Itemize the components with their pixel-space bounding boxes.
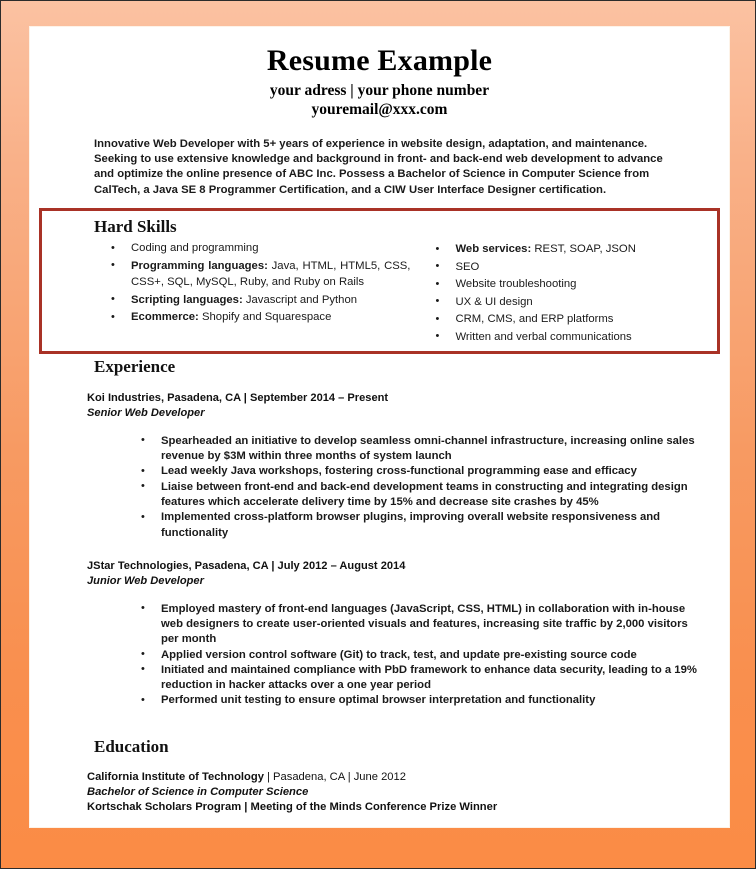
job-bullets: Employed mastery of front-end languages … bbox=[30, 601, 729, 709]
list-item: Lead weekly Java workshops, fostering cr… bbox=[30, 464, 697, 480]
skill-label: Scripting languages: bbox=[131, 293, 243, 306]
list-item: Spearheaded an initiative to develop sea… bbox=[30, 433, 697, 465]
skill-text: Website troubleshooting bbox=[455, 278, 577, 290]
skill-text: UX & UI design bbox=[455, 295, 533, 308]
skill-text: CRM, CMS, and ERP platforms bbox=[455, 313, 614, 325]
page-frame: Resume Example your adress | your phone … bbox=[0, 0, 756, 869]
hard-skills-section: Hard Skills Coding and programming Progr… bbox=[39, 208, 720, 354]
skills-column-right: Web services: REST, SOAP, JSON SEO Websi… bbox=[428, 240, 717, 346]
skills-column-left: Coding and programming Programming langu… bbox=[104, 240, 410, 346]
resume-sheet: Resume Example your adress | your phone … bbox=[30, 27, 729, 827]
page-title: Resume Example bbox=[266, 44, 493, 77]
contact-email: youremail@xxx.com bbox=[311, 101, 448, 118]
section-heading-experience: Experience bbox=[94, 357, 176, 376]
professional-summary: Innovative Web Developer with 5+ years o… bbox=[94, 138, 663, 196]
section-heading-hard-skills: Hard Skills bbox=[94, 217, 177, 236]
job-role: Senior Web Developer bbox=[87, 406, 205, 419]
education-honors: Kortschak Scholars Program | Meeting of … bbox=[87, 801, 498, 814]
skills-columns: Coding and programming Programming langu… bbox=[42, 240, 717, 346]
list-item: Initiated and maintained compliance with… bbox=[30, 662, 697, 694]
education-school: California Institute of Technology bbox=[87, 771, 264, 783]
list-item: Written and verbal communications bbox=[428, 328, 717, 346]
section-heading-education: Education bbox=[94, 737, 169, 756]
education-school-line: California Institute of Technology | Pas… bbox=[87, 770, 729, 785]
education-degree: Bachelor of Science in Computer Science bbox=[87, 786, 309, 799]
list-item: Programming languages: Java, HTML, HTML5… bbox=[104, 257, 410, 291]
resume-header: Resume Example your adress | your phone … bbox=[30, 27, 729, 119]
list-item: Applied version control software (Git) t… bbox=[30, 647, 697, 663]
job-bullets: Spearheaded an initiative to develop sea… bbox=[30, 433, 729, 541]
job-role: Junior Web Developer bbox=[87, 574, 204, 587]
experience-entry: JStar Technologies, Pasadena, CA | July … bbox=[30, 559, 729, 709]
education-section: Education California Institute of Techno… bbox=[30, 737, 729, 816]
list-item: UX & UI design bbox=[428, 293, 717, 311]
list-item: Coding and programming bbox=[104, 240, 410, 257]
skill-label: Programming languages: bbox=[131, 259, 268, 272]
list-item: Employed mastery of front-end languages … bbox=[30, 601, 697, 648]
list-item: Implemented cross-platform browser plugi… bbox=[30, 510, 697, 541]
skill-text: REST, SOAP, JSON bbox=[531, 243, 636, 255]
list-item: SEO bbox=[428, 258, 717, 276]
experience-entry: Koi Industries, Pasadena, CA | September… bbox=[30, 391, 729, 541]
skill-text: Written and verbal communications bbox=[455, 330, 632, 343]
job-header: JStar Technologies, Pasadena, CA | July … bbox=[87, 559, 406, 572]
job-header: Koi Industries, Pasadena, CA | September… bbox=[87, 392, 389, 404]
education-entry: California Institute of Technology | Pas… bbox=[87, 770, 729, 816]
contact-line: your adress | your phone number bbox=[269, 82, 490, 99]
skills-list-right: Web services: REST, SOAP, JSON SEO Websi… bbox=[428, 241, 717, 345]
education-school-meta: | Pasadena, CA | June 2012 bbox=[263, 771, 406, 783]
list-item: Ecommerce: Shopify and Squarespace bbox=[104, 309, 410, 326]
list-item: Liaise between front-end and back-end de… bbox=[30, 479, 697, 511]
skill-label: Web services: bbox=[455, 243, 532, 255]
skills-list-left: Coding and programming Programming langu… bbox=[104, 240, 410, 326]
skill-text: Javascript and Python bbox=[242, 293, 358, 306]
list-item: Performed unit testing to ensure optimal… bbox=[30, 693, 697, 709]
skill-text: Shopify and Squarespace bbox=[198, 311, 332, 323]
experience-section: Experience Koi Industries, Pasadena, CA … bbox=[30, 357, 729, 709]
skill-label: Ecommerce: bbox=[131, 311, 199, 323]
skill-text: SEO bbox=[455, 260, 480, 273]
list-item: Scripting languages: Javascript and Pyth… bbox=[104, 291, 410, 309]
list-item: CRM, CMS, and ERP platforms bbox=[428, 311, 717, 328]
list-item: Website troubleshooting bbox=[428, 276, 717, 293]
list-item: Web services: REST, SOAP, JSON bbox=[428, 241, 717, 258]
skill-text: Coding and programming bbox=[131, 242, 259, 254]
